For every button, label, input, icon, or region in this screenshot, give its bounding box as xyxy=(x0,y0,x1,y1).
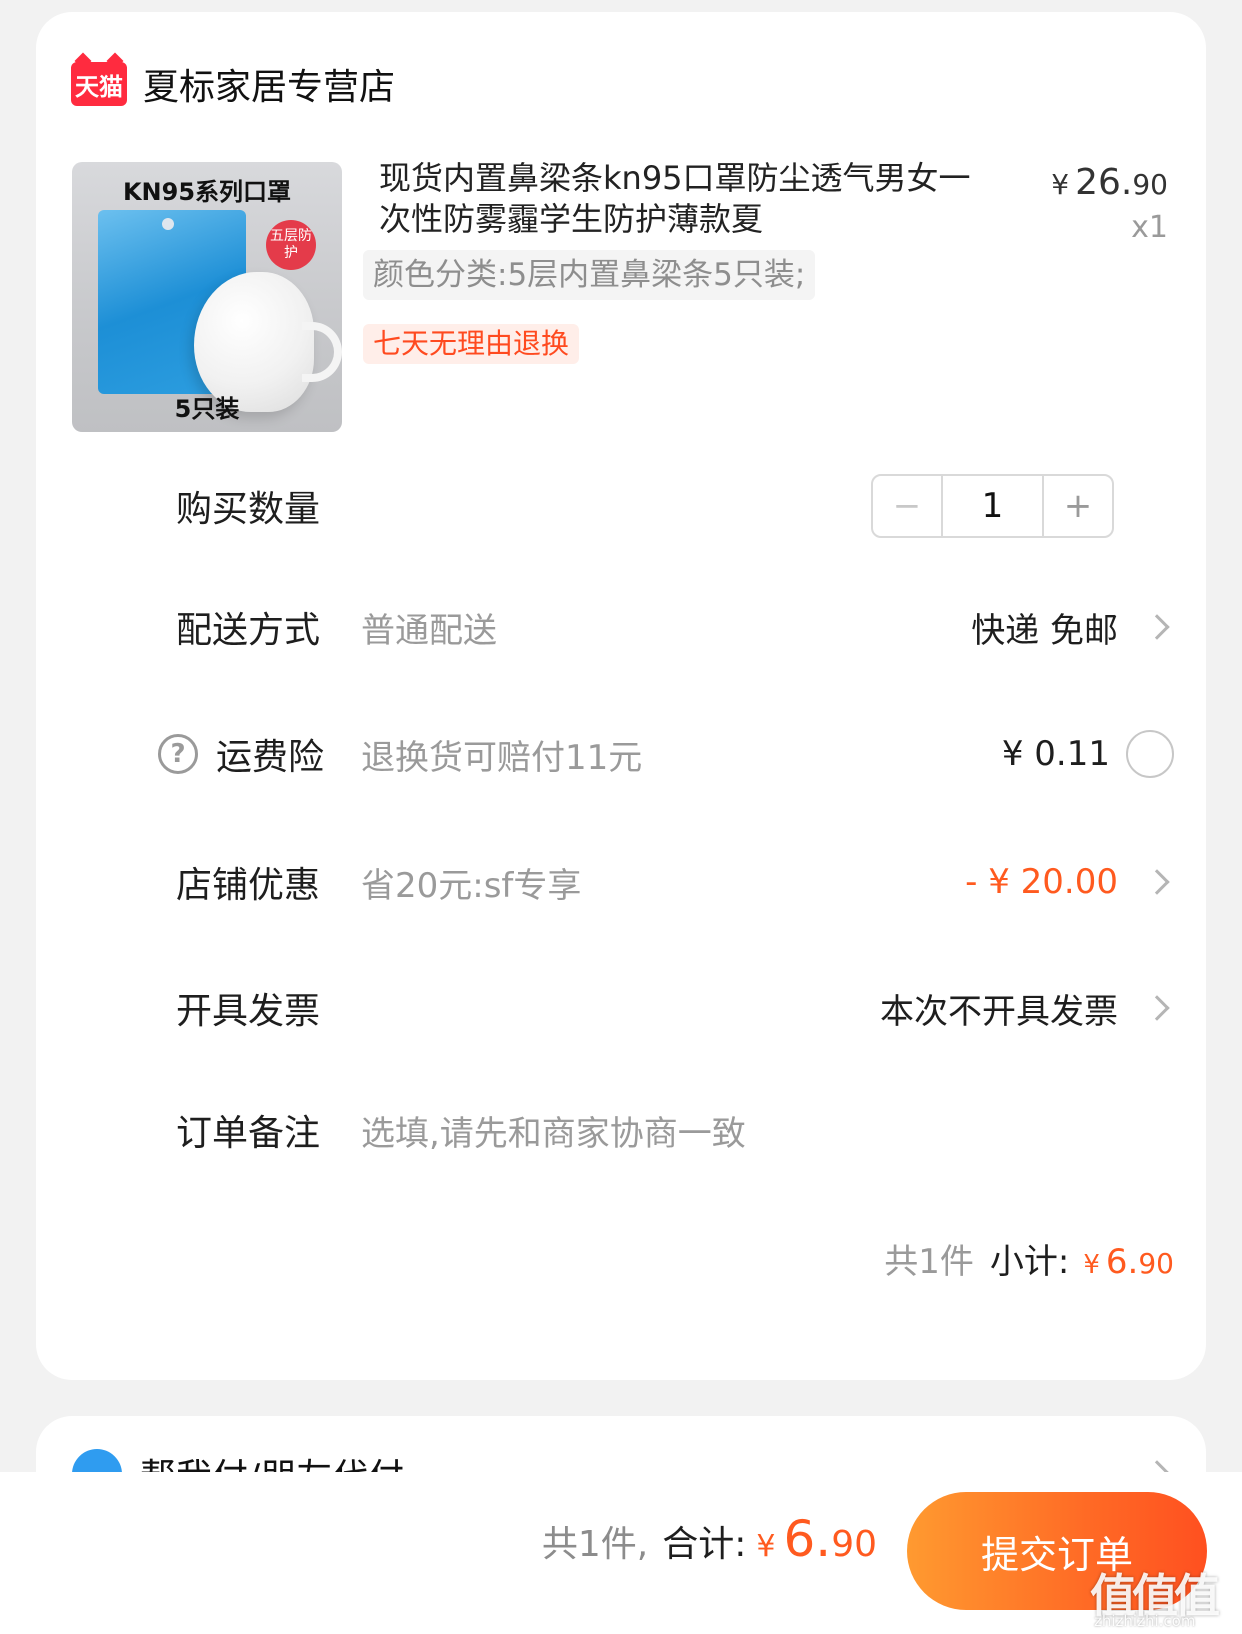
order-note-row: 订单备注 选填,请先和商家协商一致 xyxy=(36,1100,1206,1160)
product-image-strap xyxy=(302,322,342,382)
subtotal-label: 小计: xyxy=(989,1242,1070,1282)
discount-value: - ¥ 20.00 xyxy=(965,862,1118,902)
checkout-bar: 共1件, 合计: ¥6.90 提交订单 xyxy=(0,1472,1242,1634)
invoice-row[interactable]: 开具发票 本次不开具发票 xyxy=(36,978,1206,1038)
subtotal-count: 共1件 xyxy=(884,1242,974,1282)
chevron-right-icon xyxy=(1144,869,1170,895)
shop-header[interactable]: 天猫 夏标家居专营店 xyxy=(71,54,395,114)
chevron-right-icon xyxy=(1144,614,1170,640)
product-quantity-mark: x1 xyxy=(1131,210,1168,245)
insurance-label: 运费险 xyxy=(216,737,325,778)
subtotal-amount: ¥6.90 xyxy=(1083,1242,1174,1282)
shop-discount-row[interactable]: 店铺优惠 省20元:sf专享 - ¥ 20.00 xyxy=(36,852,1206,912)
invoice-value: 本次不开具发票 xyxy=(880,991,1118,1032)
quantity-value[interactable]: 1 xyxy=(943,476,1042,536)
subtotal: 共1件 小计: ¥6.90 xyxy=(884,1234,1174,1283)
product-sku[interactable]: 颜色分类:5层内置鼻梁条5只装; xyxy=(363,250,816,300)
order-total: 共1件, 合计: ¥6.90 xyxy=(542,1510,877,1568)
total-count: 共1件, xyxy=(541,1524,649,1565)
tmall-logo: 天猫 xyxy=(71,62,127,106)
insurance-radio[interactable] xyxy=(1126,730,1174,778)
shipping-insurance-row: ? 运费险 退换货可赔付11元 ¥ 0.11 xyxy=(36,724,1206,784)
price-int: 26. xyxy=(1075,162,1133,203)
note-input[interactable]: 选填,请先和商家协商一致 xyxy=(361,1106,746,1155)
product-image-badge: 五层防护 xyxy=(266,220,316,270)
price-decimal: 90 xyxy=(1132,168,1168,201)
product-image[interactable]: KN95系列口罩 五层防护 5只装 xyxy=(72,162,342,432)
note-label: 订单备注 xyxy=(176,1113,321,1154)
discount-label: 店铺优惠 xyxy=(176,865,321,906)
insurance-desc: 退换货可赔付11元 xyxy=(361,737,643,778)
product-image-header: KN95系列口罩 xyxy=(122,178,292,206)
invoice-label: 开具发票 xyxy=(176,991,321,1032)
watermark-url: zhizhizhi.com xyxy=(1094,1612,1196,1630)
discount-desc: 省20元:sf专享 xyxy=(361,865,582,906)
total-amount: ¥6.90 xyxy=(756,1510,877,1568)
watermark: 值值值 zhizhizhi.com xyxy=(1090,1560,1240,1630)
quantity-label: 购买数量 xyxy=(176,489,321,530)
order-card: 天猫 夏标家居专营店 KN95系列口罩 五层防护 5只装 现货内置鼻梁条kn95… xyxy=(36,12,1206,1380)
delivery-row[interactable]: 配送方式 普通配送 快递 免邮 xyxy=(36,597,1206,657)
delivery-value: 快递 免邮 xyxy=(971,610,1118,651)
help-icon[interactable]: ? xyxy=(158,734,198,774)
product-title[interactable]: 现货内置鼻梁条kn95口罩防尘透气男女一次性防雾霾学生防护薄款夏 xyxy=(379,158,979,240)
decrease-button[interactable]: − xyxy=(873,476,943,536)
return-policy-tag: 七天无理由退换 xyxy=(363,324,580,364)
delivery-label: 配送方式 xyxy=(176,610,321,651)
price-currency: ¥ xyxy=(1051,168,1070,201)
chevron-right-icon xyxy=(1144,995,1170,1021)
delivery-method: 普通配送 xyxy=(361,610,497,651)
quantity-stepper: − 1 + xyxy=(871,474,1114,538)
product-price: ¥26.90 xyxy=(1051,162,1168,203)
increase-button[interactable]: + xyxy=(1042,476,1112,536)
insurance-price: ¥ 0.11 xyxy=(1001,734,1110,774)
product-image-footer: 5只装 xyxy=(174,395,240,423)
total-label: 合计: xyxy=(662,1524,747,1565)
shop-name[interactable]: 夏标家居专营店 xyxy=(143,58,395,110)
